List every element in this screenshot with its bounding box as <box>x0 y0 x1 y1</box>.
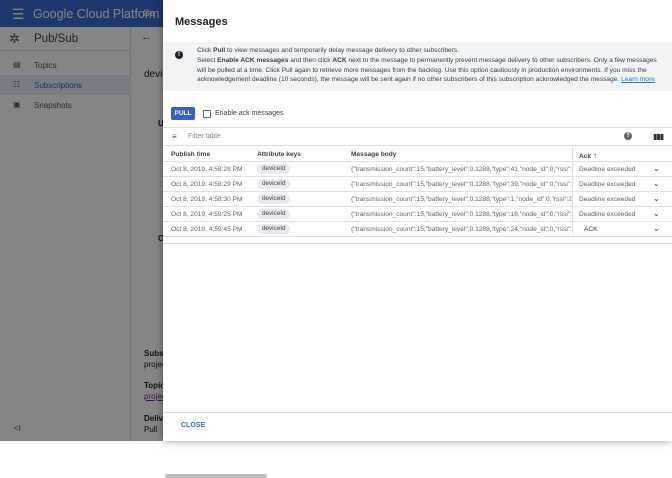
dialog-title: Messages <box>175 16 228 28</box>
ack-status: Deadline exceeded <box>579 211 636 218</box>
close-button[interactable]: CLOSE <box>181 422 205 429</box>
learn-more-link[interactable]: Learn more <box>621 76 655 83</box>
filter-input[interactable]: Filter table <box>188 133 221 140</box>
column-divider <box>572 147 573 235</box>
publish-time: Oct 8, 2019, 4:59:25 PM <box>171 211 243 218</box>
help-icon[interactable]: ? <box>624 132 632 140</box>
expand-chevron-icon[interactable]: ⌄ <box>653 209 660 218</box>
publish-time: Oct 8, 2019, 4:59:45 PM <box>171 226 243 233</box>
pull-button[interactable]: PULL <box>171 107 195 120</box>
attribute-chip: deviceId <box>257 179 291 189</box>
message-body: {"transmission_count":15,"battery_level"… <box>351 181 573 188</box>
messages-dialog: Messages ! Click Pull to view messages a… <box>163 0 672 478</box>
column-attribute-keys[interactable]: Attribute keys <box>257 151 301 158</box>
message-body: {"transmission_count":15,"battery_level"… <box>351 211 573 218</box>
expand-chevron-icon[interactable]: ⌄ <box>653 194 660 203</box>
footer-divider <box>163 412 672 413</box>
publish-time: Oct 8, 2019, 4:58:29 PM <box>171 181 243 188</box>
publish-time: Oct 8, 2019, 4:58:30 PM <box>171 196 243 203</box>
column-publish-time[interactable]: Publish time <box>171 151 210 158</box>
info-banner: ! Click Pull to view messages and tempor… <box>163 42 672 91</box>
ack-status: Deadline exceeded <box>579 181 636 188</box>
scrollbar-thumb[interactable] <box>165 474 267 478</box>
sort-arrow-icon: ↑ <box>592 151 597 160</box>
column-message-body[interactable]: Message body <box>351 151 573 158</box>
column-display-icon[interactable]: ▮▮▮ <box>653 132 664 141</box>
attribute-chip: deviceId <box>257 224 291 234</box>
publish-time: Oct 8, 2019, 4:58:28 PM <box>171 166 243 173</box>
expand-chevron-icon[interactable]: ⌄ <box>653 224 660 233</box>
enable-ack-label: Enable ack messages <box>215 110 284 117</box>
filter-bar: ≡ Filter table ? ▮▮▮ <box>163 127 672 146</box>
table-row[interactable]: Oct 8, 2019, 4:59:25 PM deviceId {"trans… <box>163 207 672 222</box>
table-header: Publish time Attribute keys Message body… <box>163 147 672 162</box>
expand-chevron-icon[interactable]: ⌄ <box>653 164 660 173</box>
attribute-chip: deviceId <box>257 209 291 219</box>
table-row[interactable]: Oct 8, 2019, 4:58:29 PM deviceId {"trans… <box>163 177 672 192</box>
ack-button[interactable]: ACK <box>584 226 598 233</box>
expand-chevron-icon[interactable]: ⌄ <box>653 179 660 188</box>
info-text: Click Pull to view messages and temporar… <box>197 47 657 84</box>
horizontal-scrollbar[interactable] <box>163 236 672 478</box>
message-body: {"transmission_count":15,"battery_level"… <box>351 226 573 233</box>
attribute-chip: deviceId <box>257 164 291 174</box>
ack-status: Deadline exceeded <box>579 166 636 173</box>
column-ack[interactable]: Ack ↑ <box>579 151 597 160</box>
message-body: {"transmission_count":15,"battery_level"… <box>351 166 573 173</box>
attribute-chip: deviceId <box>257 194 291 204</box>
table-row[interactable]: Oct 8, 2019, 4:58:30 PM deviceId {"trans… <box>163 192 672 207</box>
filter-icon: ≡ <box>172 132 177 141</box>
message-body: {"transmission_count":15,"battery_level"… <box>351 196 573 203</box>
table-row[interactable]: Oct 8, 2019, 4:58:28 PM deviceId {"trans… <box>163 162 672 177</box>
table-row[interactable]: Oct 8, 2019, 4:59:45 PM deviceId {"trans… <box>163 222 672 237</box>
info-icon: ! <box>175 51 183 59</box>
ack-status: Deadline exceeded <box>579 196 636 203</box>
enable-ack-checkbox[interactable] <box>203 110 211 118</box>
